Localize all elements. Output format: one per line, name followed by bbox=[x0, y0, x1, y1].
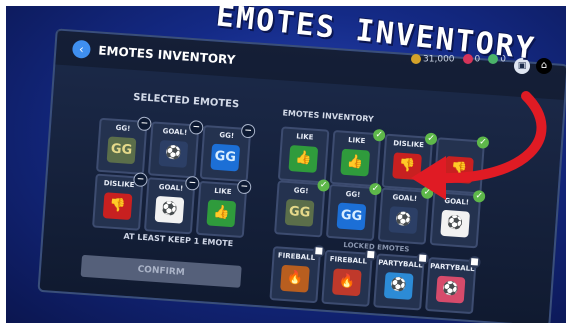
screenshot-frame: ‹ EMOTES INVENTORY SELECTED EMOTES EMOTE… bbox=[6, 6, 566, 323]
